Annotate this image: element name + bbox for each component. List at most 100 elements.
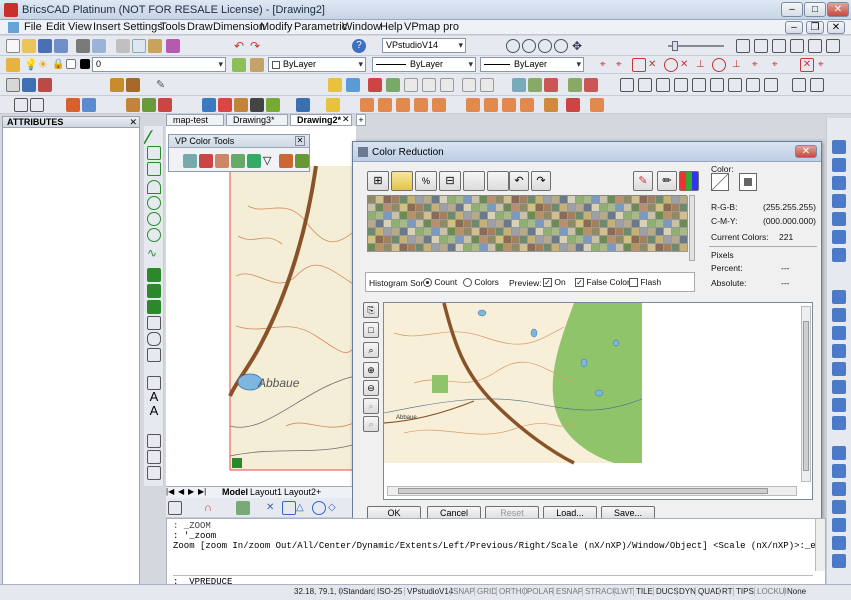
palette-swatch[interactable]	[512, 204, 520, 212]
palette-swatch[interactable]	[376, 244, 384, 252]
palette-swatch[interactable]	[448, 244, 456, 252]
menu-modify[interactable]: Modify	[260, 21, 292, 33]
palette-swatch[interactable]	[416, 236, 424, 244]
palette-swatch[interactable]	[424, 204, 432, 212]
status-tile[interactable]: TILE	[633, 587, 653, 596]
palette-swatch[interactable]	[504, 212, 512, 220]
zoom-in-preview-icon[interactable]: ⊕	[363, 362, 379, 378]
palette-swatch[interactable]	[600, 236, 608, 244]
palette-swatch[interactable]	[608, 244, 616, 252]
vp-tool-icon-22[interactable]	[544, 98, 558, 112]
sort-colors-radio[interactable]	[463, 278, 472, 288]
palette-swatch[interactable]	[432, 228, 440, 236]
status-none[interactable]: None	[784, 587, 806, 596]
snap-endpoint-icon[interactable]: ⌖	[600, 58, 614, 72]
save-as-icon[interactable]	[54, 39, 68, 53]
modify-icon-17[interactable]	[832, 464, 846, 478]
status-vpstudio[interactable]: VPstudioV14	[404, 587, 453, 596]
boundary-icon[interactable]	[147, 300, 161, 314]
modify-icon-18[interactable]	[832, 482, 846, 496]
palette-swatch[interactable]	[648, 228, 656, 236]
layer-color-icon[interactable]	[66, 59, 76, 69]
raster-save-icon[interactable]	[38, 78, 52, 92]
palette-swatch[interactable]	[456, 204, 464, 212]
layout-last-icon[interactable]: ▶|	[198, 487, 206, 496]
palette-swatch[interactable]	[520, 220, 528, 228]
linetype-combo[interactable]: ByLayer	[372, 57, 476, 72]
palette-swatch[interactable]	[376, 236, 384, 244]
print-preview-icon[interactable]	[92, 39, 106, 53]
command-scrollbar[interactable]	[815, 519, 825, 571]
raster-view-icon-3[interactable]	[544, 78, 558, 92]
reduce-tool-icon-2[interactable]	[391, 171, 413, 191]
palette-swatch[interactable]	[392, 204, 400, 212]
palette-swatch[interactable]	[664, 228, 672, 236]
palette-swatch[interactable]	[440, 220, 448, 228]
palette-swatch[interactable]	[648, 212, 656, 220]
palette-swatch[interactable]	[544, 204, 552, 212]
tab-close-icon[interactable]: ✕	[342, 114, 350, 125]
raster-edit-icon-4[interactable]	[674, 78, 688, 92]
palette-swatch[interactable]	[616, 228, 624, 236]
palette-swatch[interactable]	[552, 220, 560, 228]
palette-swatch[interactable]	[440, 196, 448, 204]
palette-swatch[interactable]	[632, 228, 640, 236]
modify-icon-5[interactable]	[832, 212, 846, 226]
vp-tool-icon-6[interactable]	[202, 98, 216, 112]
palette-swatch[interactable]	[584, 212, 592, 220]
palette-swatch[interactable]	[592, 220, 600, 228]
snap-diamond-icon[interactable]: ◇	[328, 501, 342, 515]
palette-swatch[interactable]	[416, 204, 424, 212]
palette-swatch[interactable]	[368, 228, 376, 236]
preview-vscroll[interactable]	[801, 306, 811, 482]
palette-swatch[interactable]	[480, 196, 488, 204]
palette-swatch[interactable]	[488, 212, 496, 220]
menu-help[interactable]: Help	[380, 21, 403, 33]
palette-swatch[interactable]	[552, 228, 560, 236]
vp-tool-icon-7[interactable]	[218, 98, 232, 112]
palette-swatch[interactable]	[592, 228, 600, 236]
palette-swatch[interactable]	[560, 220, 568, 228]
palette-swatch[interactable]	[544, 236, 552, 244]
palette-swatch[interactable]	[384, 236, 392, 244]
raster-view-icon-5[interactable]	[584, 78, 598, 92]
vpmap-icon-1[interactable]	[328, 78, 342, 92]
palette-swatch[interactable]	[672, 196, 680, 204]
palette-swatch[interactable]	[648, 220, 656, 228]
zoom-extents-icon[interactable]	[554, 39, 568, 53]
palette-swatch[interactable]	[536, 244, 544, 252]
palette-swatch[interactable]	[608, 204, 616, 212]
dialog-close-button[interactable]: ✕	[795, 145, 817, 158]
rectangle-icon[interactable]	[147, 162, 161, 176]
palette-swatch[interactable]	[472, 204, 480, 212]
help-icon[interactable]: ?	[352, 39, 366, 53]
raster-view-icon-4[interactable]	[568, 78, 582, 92]
vp-tool-icon-8[interactable]	[234, 98, 248, 112]
snap-toolbar-icon-3[interactable]	[236, 501, 250, 515]
palette-swatch[interactable]	[480, 204, 488, 212]
palette-swatch[interactable]	[384, 204, 392, 212]
false-color-checkbox[interactable]: ✓	[575, 278, 584, 288]
redo-icon[interactable]: ↷	[250, 39, 264, 53]
palette-swatch[interactable]	[456, 228, 464, 236]
raster-edit-icon-8[interactable]	[746, 78, 760, 92]
reduce-tool-icon-1[interactable]: ⊞	[367, 171, 389, 191]
palette-swatch[interactable]	[496, 212, 504, 220]
palette-swatch[interactable]	[568, 212, 576, 220]
pencil-icon[interactable]: ✏	[657, 171, 677, 191]
color-palette-grid[interactable]	[367, 195, 688, 252]
vpct-icon-7[interactable]	[279, 154, 293, 168]
modify-icon-22[interactable]	[832, 554, 846, 568]
pen-icon[interactable]: ✎	[156, 78, 170, 92]
lightbulb-icon[interactable]: 💡	[24, 58, 38, 72]
palette-swatch[interactable]	[576, 236, 584, 244]
palette-swatch[interactable]	[536, 220, 544, 228]
palette-swatch[interactable]	[480, 228, 488, 236]
point-icon[interactable]: ∿	[147, 246, 161, 260]
vpct-icon-3[interactable]	[215, 154, 229, 168]
modify-icon-11[interactable]	[832, 344, 846, 358]
palette-swatch[interactable]	[656, 228, 664, 236]
insert-block-icon[interactable]	[147, 450, 161, 464]
palette-swatch[interactable]	[512, 220, 520, 228]
vpct-icon-8[interactable]	[295, 154, 309, 168]
